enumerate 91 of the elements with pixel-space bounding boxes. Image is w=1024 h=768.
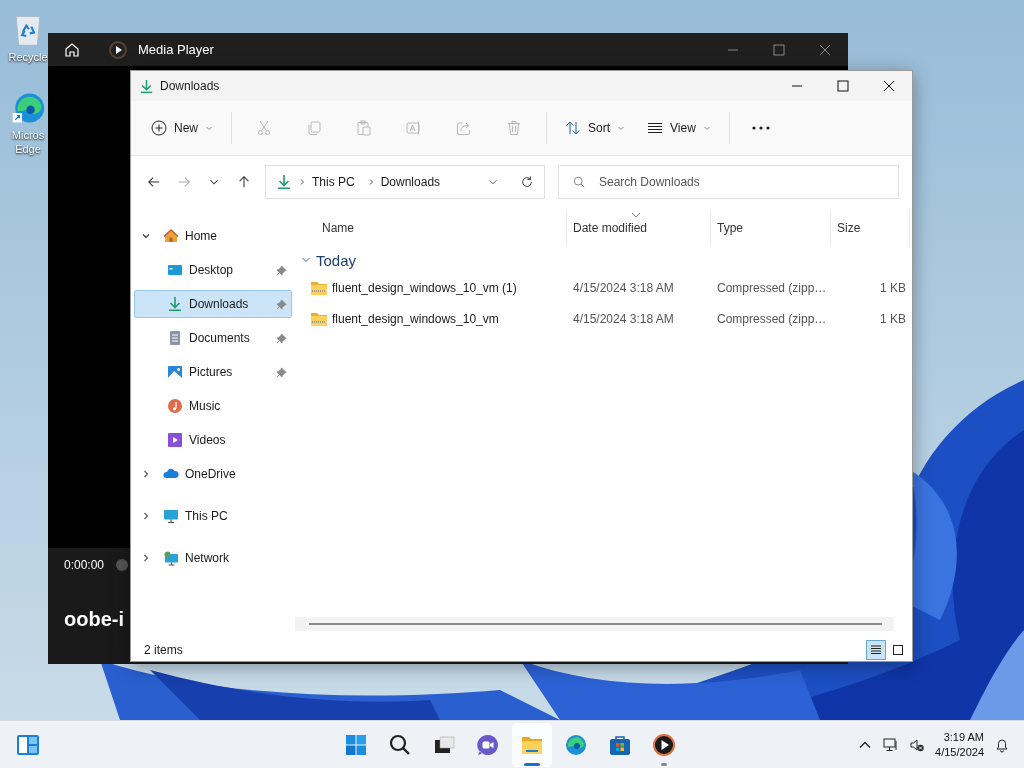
- caret-icon: [702, 124, 711, 132]
- breadcrumb[interactable]: Downloads: [380, 175, 441, 189]
- download-icon: [167, 296, 183, 312]
- swirl-logo-icon: [564, 733, 588, 757]
- document-icon: [167, 330, 183, 346]
- network-icon[interactable]: [883, 736, 900, 753]
- chevron-right-icon[interactable]: [141, 511, 151, 521]
- play-icon: [652, 733, 676, 757]
- chevron-right-icon: [298, 178, 306, 186]
- sidebar-item[interactable]: Desktop: [134, 256, 292, 284]
- more-options-icon[interactable]: [751, 126, 770, 130]
- media-title: oobe-i: [64, 608, 124, 631]
- table-cell-text: 4/15/2024 3:18 AM: [572, 311, 675, 326]
- sidebar-item[interactable]: Downloads: [134, 290, 292, 318]
- caret-icon: [205, 124, 213, 132]
- zip-folder-icon: [310, 279, 328, 296]
- download-icon: [276, 174, 292, 190]
- sidebar-item[interactable]: Pictures: [134, 358, 292, 386]
- chevron-right-icon[interactable]: [141, 553, 151, 563]
- widgets-icon[interactable]: [16, 732, 40, 757]
- download-icon: [139, 78, 154, 94]
- file-name[interactable]: fluent_design_windows_10_vm (1): [332, 280, 517, 295]
- address-bar[interactable]: This PC Downloads: [265, 165, 545, 199]
- window-title: Media Player: [138, 42, 214, 57]
- sidebar-item[interactable]: Home: [134, 222, 292, 250]
- arrow-left-icon: [147, 175, 161, 189]
- lines-icon: [647, 120, 664, 136]
- zip-folder-icon: [310, 310, 328, 327]
- refresh-icon[interactable]: [520, 175, 534, 189]
- table-cell-text: Compressed (zipp…: [716, 311, 828, 326]
- sort-button[interactable]: Sort: [555, 112, 636, 144]
- item-count: 2 items: [144, 643, 183, 657]
- column-header[interactable]: Type: [711, 210, 831, 246]
- clipboard-icon: [356, 120, 372, 136]
- table-cell-text: 4/15/2024 3:18 AM: [572, 280, 675, 295]
- view-button[interactable]: View: [637, 112, 721, 144]
- time-elapsed: 0:00:00: [64, 558, 105, 572]
- sort-arrows-icon: [565, 120, 581, 136]
- table-cell-text: Compressed (zipp…: [716, 280, 828, 295]
- music-icon: [167, 398, 183, 414]
- square-icon: [892, 644, 904, 656]
- search-icon: [572, 175, 586, 189]
- windows-logo-icon: [344, 733, 368, 757]
- sidebar-item[interactable]: Videos: [134, 426, 292, 454]
- house-icon: [163, 228, 179, 244]
- arrow-right-icon: [177, 175, 191, 189]
- search-field[interactable]: Search Downloads: [558, 165, 899, 199]
- play-icon: [108, 39, 128, 60]
- window-title: Downloads: [160, 79, 220, 93]
- column-header[interactable]: Size: [831, 210, 910, 246]
- list-icon: [870, 644, 882, 656]
- chevron-right-icon[interactable]: [141, 469, 151, 479]
- horizontal-scrollbar[interactable]: [295, 617, 894, 631]
- rename-icon: [406, 120, 422, 136]
- shopping-bag-icon: [608, 733, 632, 757]
- desktop-icon-label: Micros Edge: [11, 128, 45, 156]
- table-cell-text: 1 KB: [879, 280, 907, 295]
- chat-icon: [476, 733, 500, 757]
- new-button[interactable]: New: [141, 112, 223, 144]
- details-view-button[interactable]: [866, 640, 886, 660]
- search-icon: [388, 733, 412, 757]
- arrow-up-icon: [237, 175, 251, 189]
- picture-icon: [167, 364, 183, 380]
- table-cell-text: 1 KB: [879, 311, 907, 326]
- seek-thumb[interactable]: [116, 559, 129, 571]
- file-name[interactable]: fluent_design_windows_10_vm: [332, 311, 499, 326]
- sidebar-item[interactable]: Documents: [134, 324, 292, 352]
- breadcrumb[interactable]: This PC: [312, 175, 355, 189]
- chevron-down-icon[interactable]: [141, 231, 151, 241]
- column-header[interactable]: Date modified: [567, 210, 711, 246]
- plus-circle-icon: [151, 120, 167, 136]
- share-icon: [456, 120, 472, 136]
- network-icon: [163, 550, 179, 566]
- copy-icon: [306, 120, 322, 136]
- desktop-icon: [167, 262, 183, 278]
- group-header[interactable]: Today: [295, 248, 912, 272]
- sidebar-item[interactable]: Network: [134, 544, 292, 572]
- monitor-icon: [163, 508, 179, 524]
- sidebar-item[interactable]: Music: [134, 392, 292, 420]
- scissors-icon: [256, 120, 272, 136]
- muted-speaker-icon[interactable]: [909, 736, 926, 753]
- sidebar-item[interactable]: OneDrive: [134, 460, 292, 488]
- column-header[interactable]: Name: [295, 210, 567, 246]
- desktop-icon-label: Recycle: [8, 50, 48, 64]
- home-icon[interactable]: [64, 41, 80, 58]
- sidebar-item[interactable]: This PC: [134, 502, 292, 530]
- trash-icon: [506, 120, 522, 136]
- clock[interactable]: 3:19 AM 4/15/2024: [935, 729, 984, 760]
- film-icon: [167, 432, 183, 448]
- notification-bell-icon[interactable]: [994, 736, 1010, 753]
- caret-icon: [617, 124, 626, 132]
